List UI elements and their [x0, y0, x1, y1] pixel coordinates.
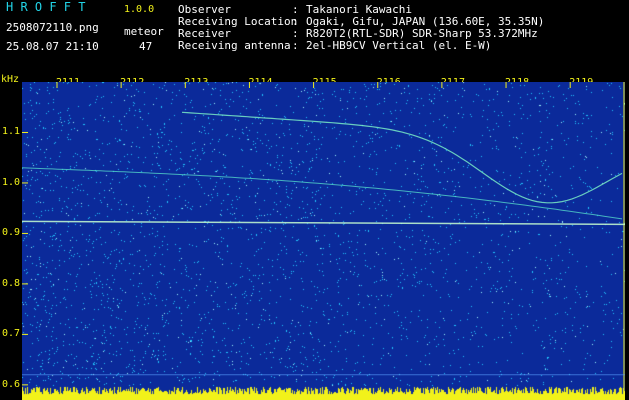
y-axis-label: kHz: [1, 74, 20, 85]
filename-label: 2508072110.png: [6, 21, 99, 34]
antenna-value: 2el-HB9CV Vertical (el. E-W): [306, 39, 492, 52]
app-title: H R O F F T: [6, 0, 86, 14]
y-tick-label: 0.7: [2, 328, 21, 340]
drift-trace: [22, 167, 623, 220]
datetime-label: 25.08.07 21:10: [6, 40, 99, 53]
y-tick-label: 0.9: [2, 227, 21, 239]
meteor-label: meteor: [124, 25, 164, 38]
spectrogram-window: H R O F F T 1.0.0 2508072110.png 25.08.0…: [0, 0, 629, 400]
spectrogram-plot: [22, 82, 625, 400]
y-tick-label: 1.1: [2, 126, 21, 138]
y-tick-label: 1.0: [2, 176, 21, 188]
antenna-key: Receiving antenna: [178, 39, 291, 52]
app-version: 1.0.0: [124, 4, 155, 15]
y-tick-label: 0.6: [2, 378, 21, 390]
carrier-trace: [22, 220, 625, 226]
dip-trace: [181, 111, 623, 204]
meteor-count: 47: [139, 40, 153, 53]
y-tick-label: 0.8: [2, 277, 21, 289]
antenna-colon: :: [292, 39, 299, 52]
plot-overlay: [22, 82, 625, 400]
